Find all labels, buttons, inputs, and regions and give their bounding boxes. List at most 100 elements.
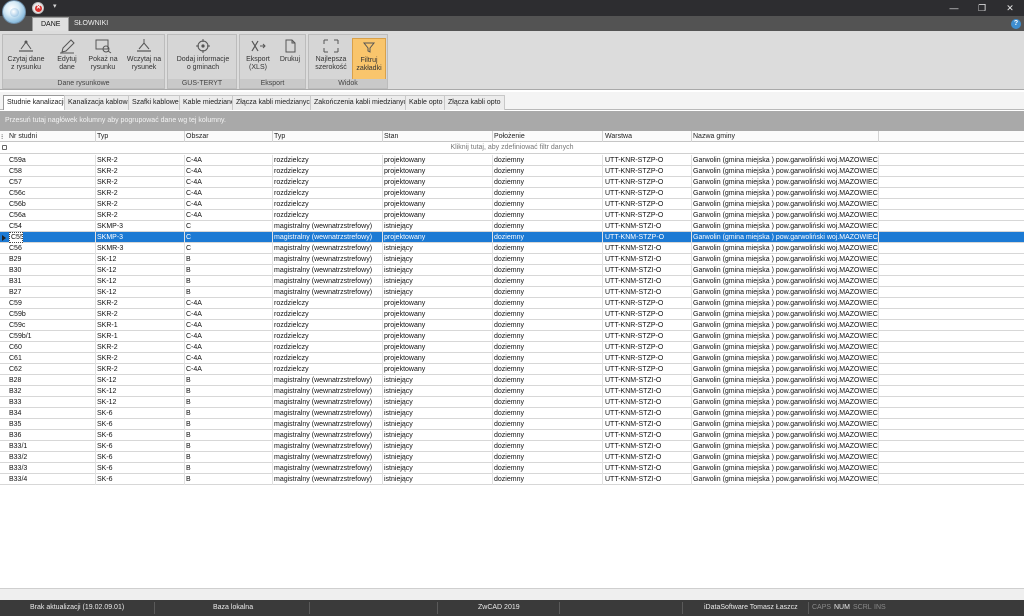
cell-warstwa[interactable]: UTT-KNM-STZI-O — [605, 409, 690, 418]
cell-polozenie[interactable]: doziemny — [494, 365, 601, 374]
cell-warstwa[interactable]: UTT-KNM-STZI-O — [605, 442, 690, 451]
cell-stan[interactable]: istniejący — [384, 277, 491, 286]
horizontal-scrollbar[interactable] — [0, 588, 1024, 600]
cell-warstwa[interactable]: UTT-KNM-STZI-O — [605, 266, 690, 275]
cell-nr-studni[interactable]: C59 — [9, 299, 94, 308]
cell-typ-sieci[interactable]: magistralny (wewnatrzstrefowy) — [274, 233, 381, 242]
cell-typ[interactable]: SKR-2 — [97, 310, 183, 319]
cell-typ[interactable]: SKR-2 — [97, 299, 183, 308]
cell-nazwa-gminy[interactable]: Garwolin (gmina miejska ) pow.garwolińsk… — [693, 244, 878, 253]
column-header-nazwa-gminy[interactable]: Nazwa gminy — [693, 133, 735, 140]
cell-typ[interactable]: SKR-2 — [97, 365, 183, 374]
cell-stan[interactable]: istniejący — [384, 431, 491, 440]
minimize-button[interactable]: — — [940, 0, 968, 16]
cell-obszar[interactable]: B — [186, 277, 271, 286]
cell-typ-sieci[interactable]: magistralny (wewnatrzstrefowy) — [274, 387, 381, 396]
cell-warstwa[interactable]: UTT-KNR-STZP-O — [605, 178, 690, 187]
cell-warstwa[interactable]: UTT-KNR-STZP-O — [605, 354, 690, 363]
cell-warstwa[interactable]: UTT-KNM-STZI-O — [605, 420, 690, 429]
cell-typ-sieci[interactable]: magistralny (wewnatrzstrefowy) — [274, 398, 381, 407]
cell-typ-sieci[interactable]: rozdzielczy — [274, 332, 381, 341]
cell-obszar[interactable]: B — [186, 288, 271, 297]
cell-typ-sieci[interactable]: magistralny (wewnatrzstrefowy) — [274, 420, 381, 429]
cell-warstwa[interactable]: UTT-KNR-STZP-O — [605, 365, 690, 374]
cell-obszar[interactable]: B — [186, 453, 271, 462]
cell-nr-studni[interactable]: B33/3 — [9, 464, 94, 473]
cell-warstwa[interactable]: UTT-KNM-STZI-O — [605, 453, 690, 462]
cell-nr-studni[interactable]: C62 — [9, 365, 94, 374]
cell-nr-studni[interactable]: C56 — [9, 244, 94, 253]
cell-polozenie[interactable]: doziemny — [494, 431, 601, 440]
cell-nazwa-gminy[interactable]: Garwolin (gmina miejska ) pow.garwolińsk… — [693, 398, 878, 407]
cell-nazwa-gminy[interactable]: Garwolin (gmina miejska ) pow.garwolińsk… — [693, 189, 878, 198]
cell-typ-sieci[interactable]: rozdzielczy — [274, 178, 381, 187]
cell-stan[interactable]: projektowany — [384, 156, 491, 165]
cell-typ-sieci[interactable]: magistralny (wewnatrzstrefowy) — [274, 464, 381, 473]
cell-warstwa[interactable]: UTT-KNR-STZP-O — [605, 211, 690, 220]
cell-polozenie[interactable]: doziemny — [494, 266, 601, 275]
cell-nr-studni[interactable]: C60 — [9, 343, 94, 352]
cell-nr-studni[interactable]: B33/2 — [9, 453, 94, 462]
cell-stan[interactable]: projektowany — [384, 200, 491, 209]
cell-typ[interactable]: SKR-2 — [97, 200, 183, 209]
cell-stan[interactable]: projektowany — [384, 178, 491, 187]
cell-obszar[interactable]: B — [186, 266, 271, 275]
table-row[interactable]: B27 SK-12 Bmagistralny (wewnatrzstrefowy) i… — [0, 287, 1024, 298]
cell-stan[interactable]: projektowany — [384, 354, 491, 363]
quick-access-dropdown-icon[interactable]: ▾ — [53, 2, 57, 10]
cell-typ[interactable]: SK-6 — [97, 442, 183, 451]
cell-obszar[interactable]: B — [186, 420, 271, 429]
cell-nr-studni[interactable]: C58 — [9, 167, 94, 176]
cell-obszar[interactable]: B — [186, 431, 271, 440]
cell-nazwa-gminy[interactable]: Garwolin (gmina miejska ) pow.garwolińsk… — [693, 343, 878, 352]
cell-polozenie[interactable]: doziemny — [494, 277, 601, 286]
best-fit-button[interactable]: Najlepsza szerokość — [312, 38, 350, 82]
cell-warstwa[interactable]: UTT-KNR-STZP-O — [605, 156, 690, 165]
table-row[interactable]: C54 SKMP-3 Cmagistralny (wewnatrzstrefowy)… — [0, 221, 1024, 232]
tab-szafki-kablowe[interactable]: Szafki kablowe — [128, 95, 183, 110]
cell-stan[interactable]: projektowany — [384, 321, 491, 330]
cell-obszar[interactable]: B — [186, 376, 271, 385]
cell-warstwa[interactable]: UTT-KNM-STZI-O — [605, 387, 690, 396]
cell-typ-sieci[interactable]: magistralny (wewnatrzstrefowy) — [274, 376, 381, 385]
cell-warstwa[interactable]: UTT-KNR-STZP-O — [605, 200, 690, 209]
cell-nazwa-gminy[interactable]: Garwolin (gmina miejska ) pow.garwolińsk… — [693, 332, 878, 341]
cell-warstwa[interactable]: UTT-KNR-STZP-O — [605, 332, 690, 341]
table-row[interactable]: C61 SKR-2 C-4A rozdzielczy projektowany dozie… — [0, 353, 1024, 364]
table-row[interactable]: C59 SKR-2 C-4A rozdzielczy projektowany dozie… — [0, 298, 1024, 309]
cell-stan[interactable]: istniejący — [384, 222, 491, 231]
cell-nr-studni[interactable]: C54 — [9, 222, 94, 231]
cell-nazwa-gminy[interactable]: Garwolin (gmina miejska ) pow.garwolińsk… — [693, 387, 878, 396]
cell-stan[interactable]: istniejący — [384, 288, 491, 297]
cell-typ-sieci[interactable]: rozdzielczy — [274, 321, 381, 330]
read-drawing-button[interactable]: Czytaj dane z rysunku — [6, 38, 46, 82]
cell-warstwa[interactable]: UTT-KNM-STZI-O — [605, 475, 690, 484]
cell-typ[interactable]: SK-6 — [97, 431, 183, 440]
table-row[interactable]: B28 SK-12 Bmagistralny (wewnatrzstrefowy) i… — [0, 375, 1024, 386]
table-row[interactable]: C56a SKR-2 C-4A rozdzielczy projektowany dozi… — [0, 210, 1024, 221]
cell-typ-sieci[interactable]: rozdzielczy — [274, 365, 381, 374]
cell-polozenie[interactable]: doziemny — [494, 255, 601, 264]
cell-typ-sieci[interactable]: rozdzielczy — [274, 167, 381, 176]
cell-nr-studni[interactable]: C56c — [9, 189, 94, 198]
cell-typ-sieci[interactable]: magistralny (wewnatrzstrefowy) — [274, 255, 381, 264]
cell-typ[interactable]: SK-6 — [97, 420, 183, 429]
cell-polozenie[interactable]: doziemny — [494, 310, 601, 319]
cell-nr-studni[interactable]: B35 — [9, 420, 94, 429]
cell-nr-studni[interactable]: B31 — [9, 277, 94, 286]
table-row[interactable]: B33/3 SK-6 Bmagistralny (wewnatrzstrefowy)… — [0, 463, 1024, 474]
table-row[interactable]: C59a SKR-2 C-4A rozdzielczy projektowany dozi… — [0, 155, 1024, 166]
cell-nazwa-gminy[interactable]: Garwolin (gmina miejska ) pow.garwolińsk… — [693, 277, 878, 286]
cell-obszar[interactable]: C-4A — [186, 299, 271, 308]
cell-obszar[interactable]: B — [186, 387, 271, 396]
table-row[interactable]: C59b SKR-2 C-4A rozdzielczy projektowany dozi… — [0, 309, 1024, 320]
cell-stan[interactable]: istniejący — [384, 475, 491, 484]
cell-nazwa-gminy[interactable]: Garwolin (gmina miejska ) pow.garwolińsk… — [693, 178, 878, 187]
cell-nr-studni[interactable]: B33/1 — [9, 442, 94, 451]
column-header-warstwa[interactable]: Warstwa — [605, 133, 632, 140]
column-header-polozenie[interactable]: Położenie — [494, 133, 525, 140]
cell-typ[interactable]: SK-12 — [97, 387, 183, 396]
cell-stan[interactable]: projektowany — [384, 189, 491, 198]
cell-stan[interactable]: projektowany — [384, 211, 491, 220]
table-row[interactable]: B31 SK-12 Bmagistralny (wewnatrzstrefowy) i… — [0, 276, 1024, 287]
